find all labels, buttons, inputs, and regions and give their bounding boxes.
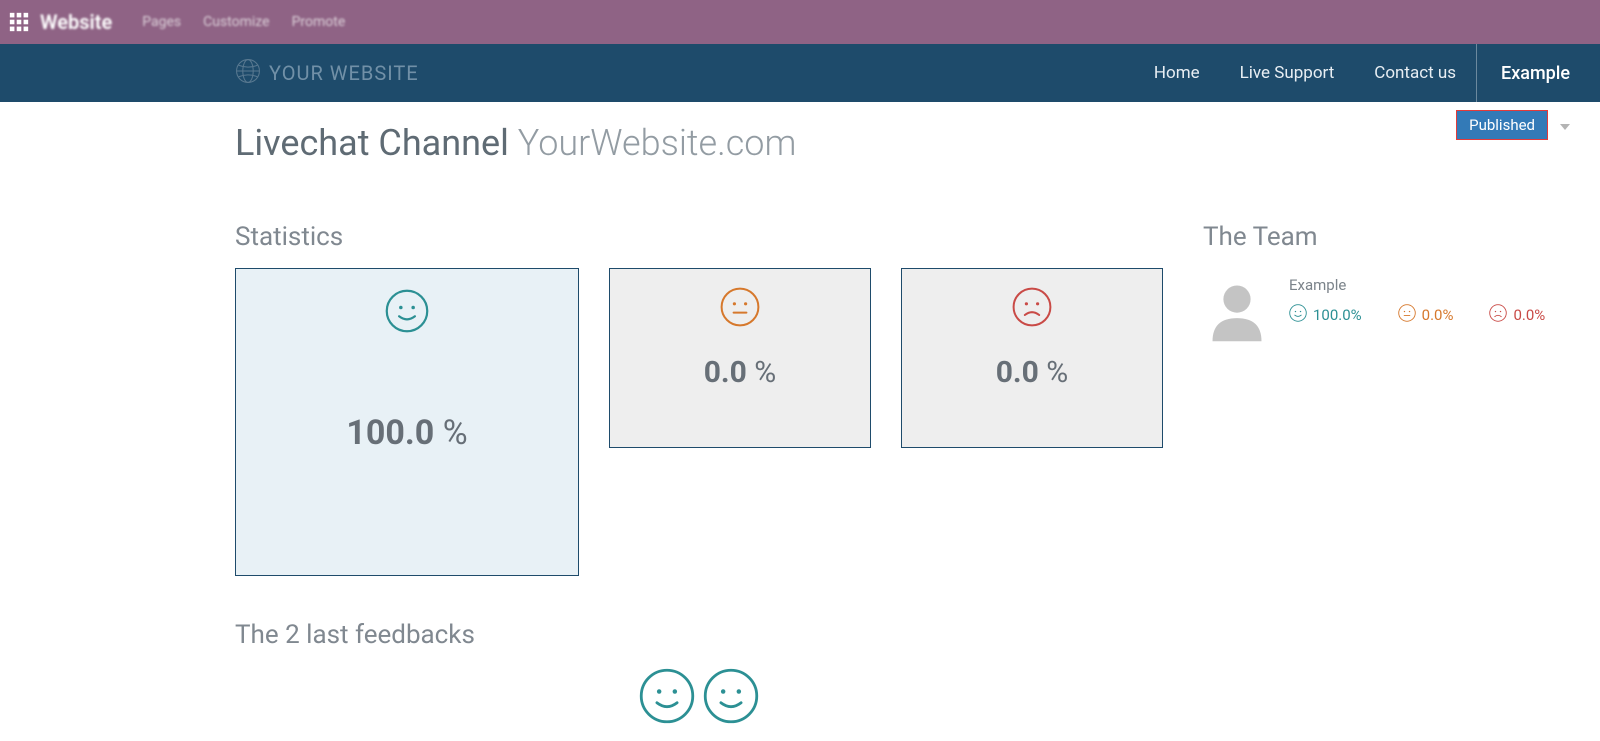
app-name[interactable]: Website — [40, 10, 112, 34]
happy-face-icon — [236, 289, 578, 333]
nav-home[interactable]: Home — [1134, 44, 1220, 102]
feedback-happy-icon — [639, 668, 695, 728]
team-heading: The Team — [1203, 222, 1545, 252]
sad-face-icon — [902, 287, 1162, 327]
member-sad-value: 0.0% — [1513, 306, 1545, 324]
globe-icon — [235, 58, 261, 88]
neutral-face-icon — [1398, 304, 1416, 326]
site-nav: Home Live Support Contact us Example — [1134, 44, 1600, 102]
site-logo[interactable]: YOUR WEBSITE — [235, 58, 419, 88]
team-member: Example 100.0% 0.0% 0.0% — [1203, 276, 1545, 344]
neutral-face-icon — [610, 287, 870, 327]
sad-face-icon — [1489, 304, 1507, 326]
topbar-menu-promote[interactable]: Promote — [292, 14, 346, 30]
nav-contact-us[interactable]: Contact us — [1354, 44, 1476, 102]
feedbacks-section: The 2 last feedbacks — [235, 620, 1163, 728]
stat-happy-percent: 100.0 % — [236, 413, 578, 453]
happy-face-icon — [1289, 304, 1307, 326]
statistics-heading: Statistics — [235, 222, 1163, 252]
stat-neutral-value: 0.0 — [704, 355, 747, 390]
feedbacks-row — [235, 668, 1163, 728]
member-happy-value: 100.0% — [1313, 306, 1362, 324]
member-name: Example — [1289, 276, 1545, 294]
stat-sad-value: 0.0 — [996, 355, 1039, 390]
page-content: Livechat Channel YourWebsite.com Statist… — [0, 122, 1600, 728]
topbar-menu-pages[interactable]: Pages — [142, 14, 181, 30]
stat-cards: 100.0 % 0.0 % 0.0 % — [235, 268, 1163, 576]
publish-row: Published — [0, 102, 1600, 140]
statistics-section: Statistics 100.0 % 0.0 % — [235, 222, 1163, 728]
published-button[interactable]: Published — [1456, 110, 1548, 140]
stat-sad-unit: % — [1039, 355, 1068, 390]
stat-neutral-percent: 0.0 % — [610, 355, 870, 390]
nav-user[interactable]: Example — [1477, 44, 1600, 102]
stat-card-neutral: 0.0 % — [609, 268, 871, 448]
publish-dropdown-caret-icon[interactable] — [1560, 124, 1570, 130]
member-stats: 100.0% 0.0% 0.0% — [1289, 304, 1545, 326]
apps-grid-icon[interactable] — [8, 11, 30, 33]
topbar-menu-customize[interactable]: Customize — [203, 14, 269, 30]
feedbacks-heading: The 2 last feedbacks — [235, 620, 1163, 650]
stat-sad-percent: 0.0 % — [902, 355, 1162, 390]
member-info: Example 100.0% 0.0% 0.0% — [1289, 276, 1545, 326]
topbar-menu: Pages Customize Promote — [142, 14, 345, 30]
member-stat-happy: 100.0% — [1289, 304, 1362, 326]
feedback-happy-icon — [703, 668, 759, 728]
site-logo-text: YOUR WEBSITE — [269, 61, 419, 85]
stat-neutral-unit: % — [747, 355, 776, 390]
team-section: The Team Example 100.0% 0.0% — [1203, 222, 1545, 728]
stat-card-happy: 100.0 % — [235, 268, 579, 576]
stat-happy-unit: % — [434, 413, 467, 453]
member-neutral-value: 0.0% — [1422, 306, 1454, 324]
nav-live-support[interactable]: Live Support — [1220, 44, 1355, 102]
app-topbar: Website Pages Customize Promote — [0, 0, 1600, 44]
site-navbar: YOUR WEBSITE Home Live Support Contact u… — [0, 44, 1600, 102]
stat-card-sad: 0.0 % — [901, 268, 1163, 448]
member-stat-sad: 0.0% — [1489, 304, 1545, 326]
member-stat-neutral: 0.0% — [1398, 304, 1454, 326]
avatar-icon — [1203, 276, 1271, 344]
stat-happy-value: 100.0 — [346, 413, 434, 453]
